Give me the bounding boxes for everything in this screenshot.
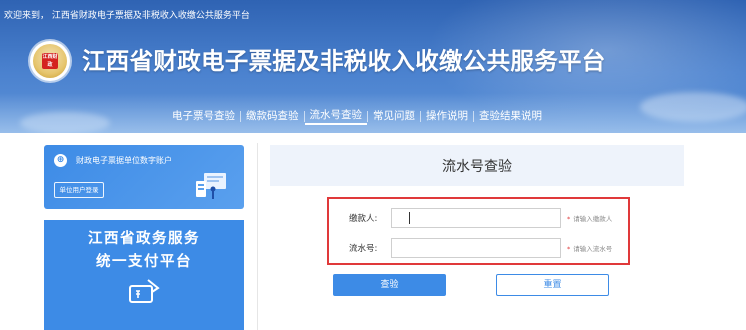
query-button[interactable]: 查验: [333, 274, 446, 296]
payment-card-icon: [129, 279, 160, 303]
nav-item-faq[interactable]: 常见问题: [368, 108, 420, 124]
page-title: 江西省财政电子票据及非税收入收缴公共服务平台: [82, 47, 606, 75]
verify-form-highlight: 缴款人: * 请输入缴款人 流水号: * 请输入流水号: [327, 197, 630, 265]
welcome-text: 欢迎来到， 江西省财政电子票据及非税收入收缴公共服务平台: [4, 11, 250, 21]
payer-hint: * 请输入缴款人: [567, 213, 612, 223]
serial-hint-text: 请输入流水号: [573, 245, 613, 253]
content-divider: [257, 143, 258, 330]
logo-seal: 江西财政: [42, 53, 58, 69]
logo-emblem-icon: 江西财政: [33, 44, 67, 78]
panel-title: 流水号查验: [270, 145, 684, 186]
page-header: 欢迎来到， 江西省财政电子票据及非税收入收缴公共服务平台 江西财政 江西省财政电…: [0, 0, 746, 133]
account-illustration-icon: [196, 173, 226, 199]
nav-item-instructions[interactable]: 操作说明: [421, 108, 473, 124]
unified-payment-card[interactable]: 江西省政务服务 统一支付平台: [44, 220, 244, 330]
unit-login-button[interactable]: 单位用户登录: [54, 182, 104, 198]
required-star: *: [567, 215, 571, 223]
main-nav: 电子票号查验 缴款码查验 流水号查验 常见问题 操作说明 查验结果说明: [167, 107, 547, 125]
serial-label: 流水号:: [349, 244, 378, 254]
payer-label: 缴款人:: [349, 214, 378, 224]
serial-hint: * 请输入流水号: [567, 243, 612, 253]
site-logo: 江西财政: [30, 41, 70, 81]
nav-item-ticket-verify[interactable]: 电子票号查验: [167, 108, 240, 124]
reset-button[interactable]: 重置: [496, 274, 609, 296]
payment-card-title-line1: 江西省政务服务: [88, 231, 200, 247]
payment-card-title-line2: 统一支付平台: [96, 254, 192, 270]
payer-hint-text: 请输入缴款人: [573, 215, 613, 223]
payer-input[interactable]: [391, 208, 561, 228]
text-caret: [409, 212, 410, 224]
nav-item-serial-verify[interactable]: 流水号查验: [304, 107, 367, 125]
required-star: *: [567, 245, 571, 253]
nav-item-result-explanation[interactable]: 查验结果说明: [474, 108, 547, 124]
user-circle-icon: ⊕: [54, 154, 67, 167]
digital-account-card[interactable]: ⊕ 财政电子票据单位数字账户 单位用户登录: [44, 145, 244, 209]
digital-account-label: 财政电子票据单位数字账户: [76, 156, 172, 165]
nav-item-payment-code-verify[interactable]: 缴款码查验: [241, 108, 304, 124]
serial-input[interactable]: [391, 238, 561, 258]
logo-label: 江西财政: [42, 54, 58, 68]
